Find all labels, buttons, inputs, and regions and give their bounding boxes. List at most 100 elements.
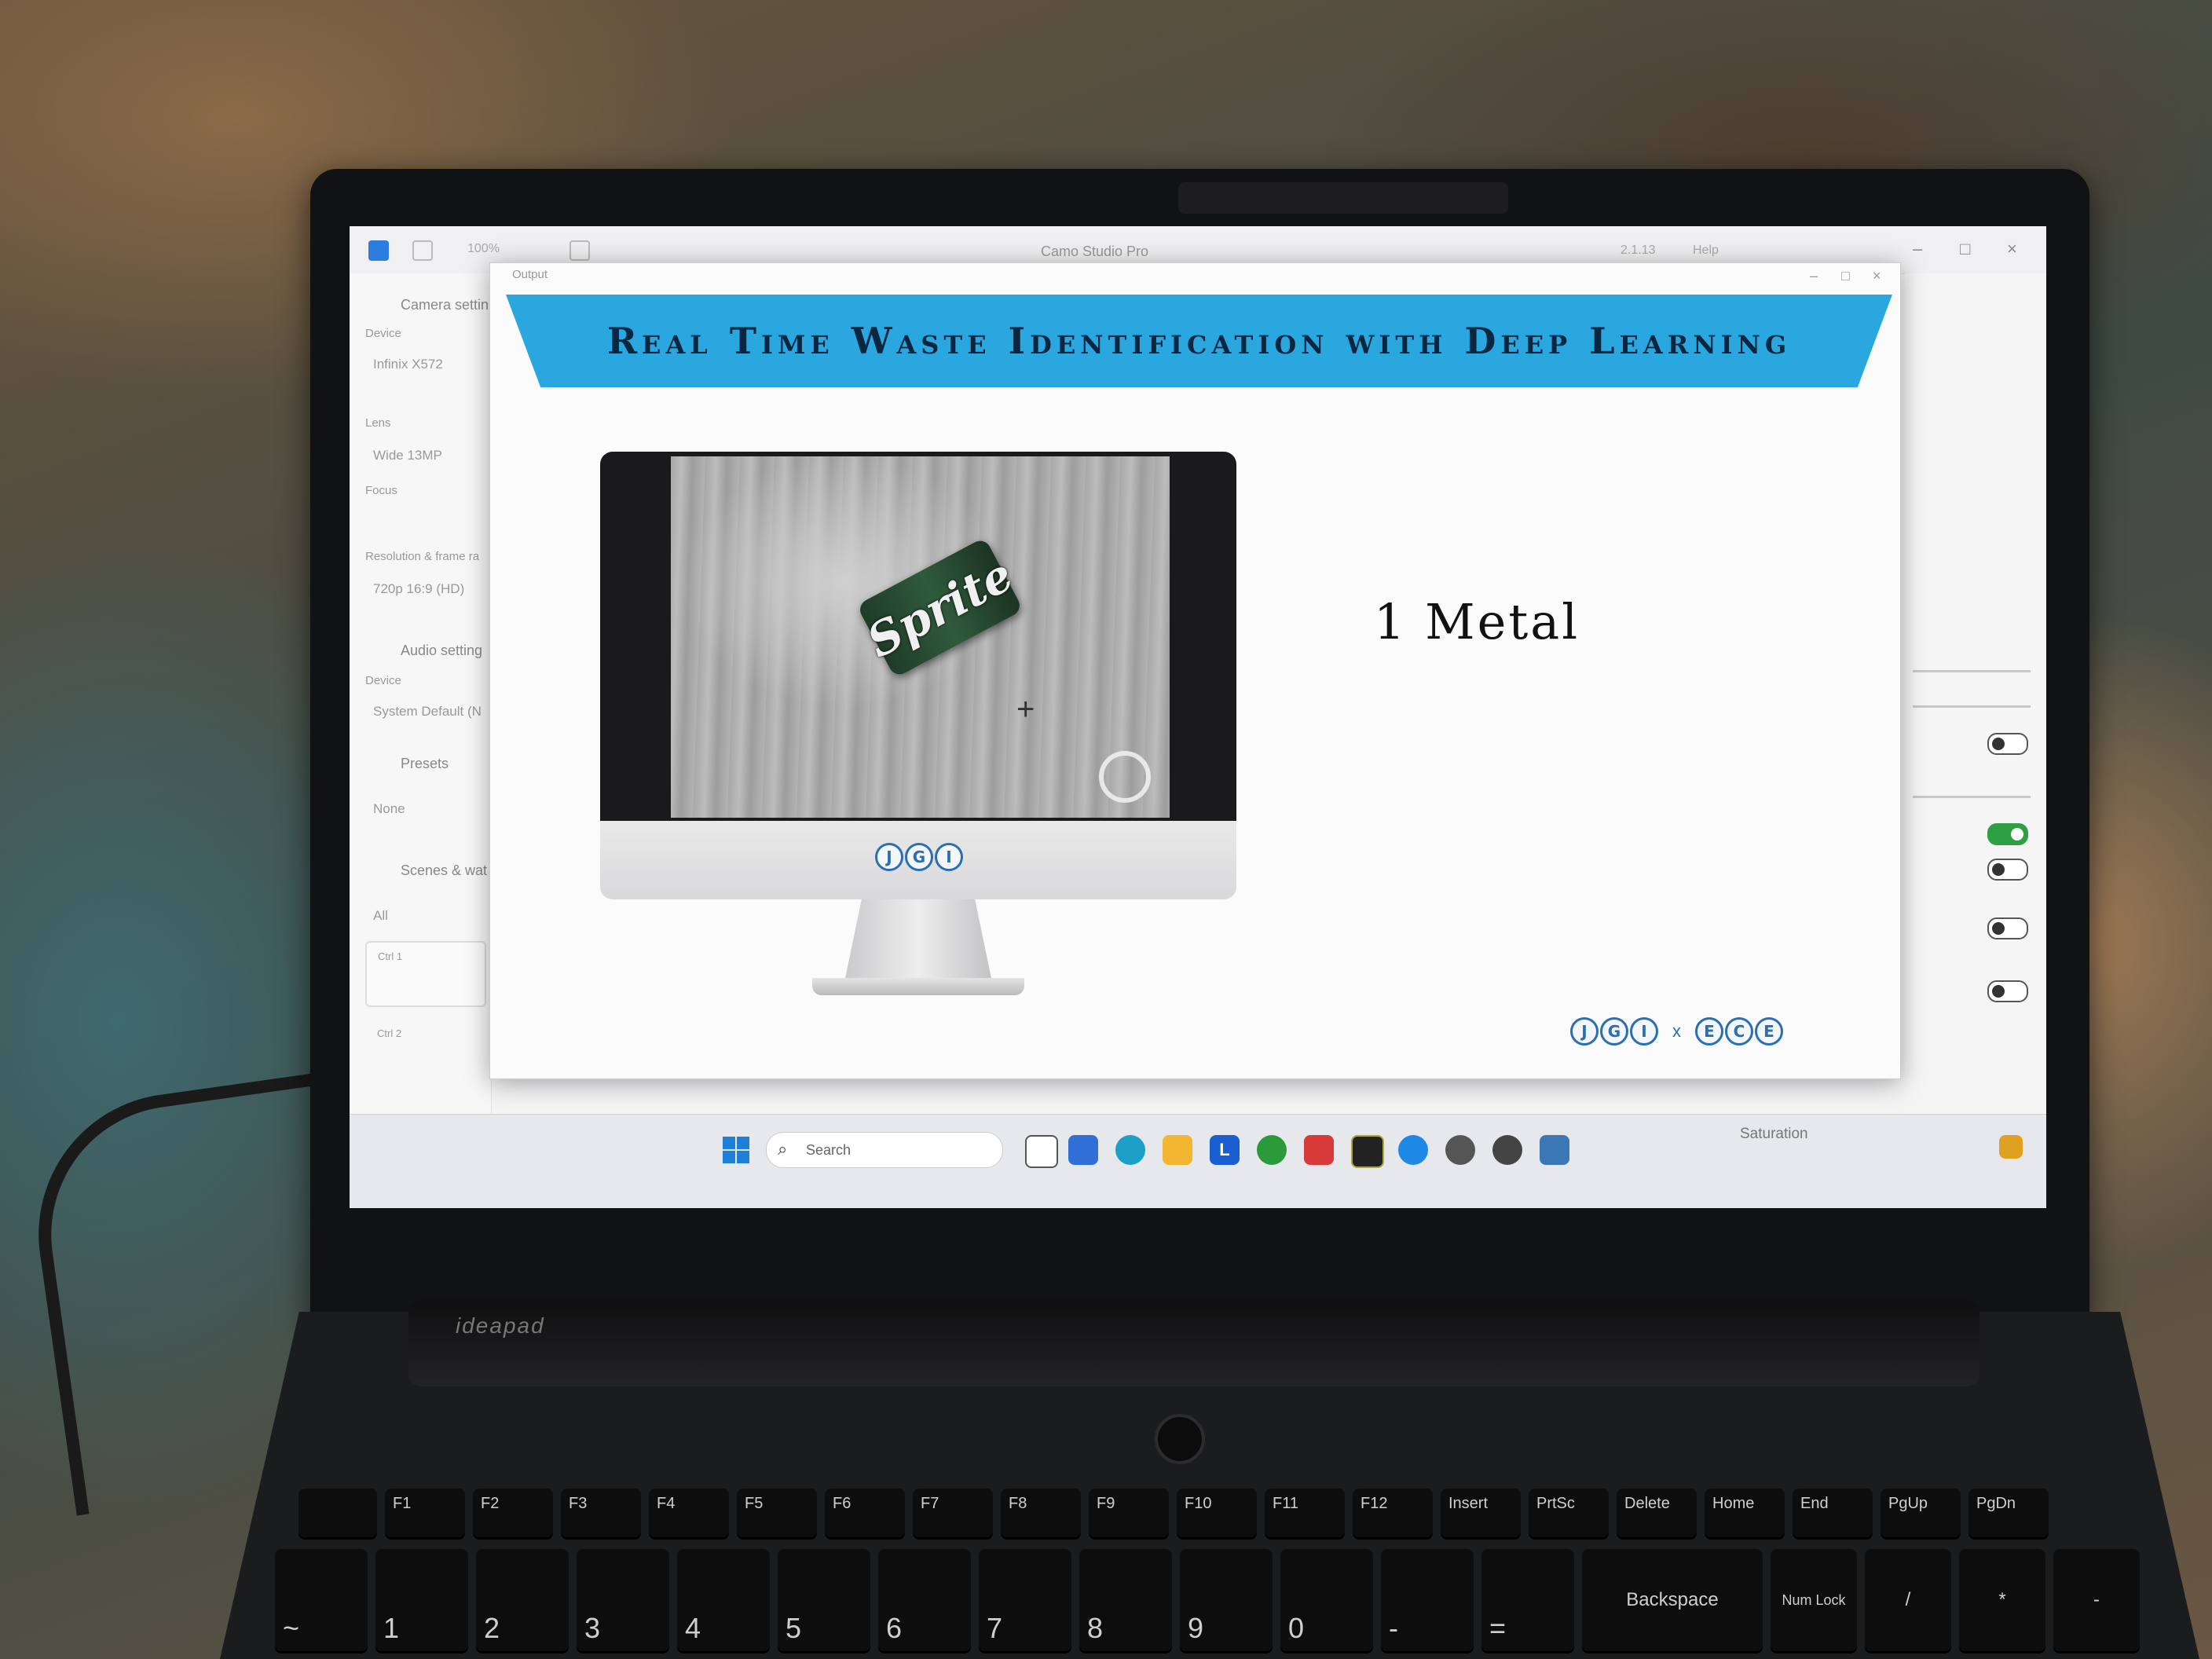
adjust-toggle[interactable] xyxy=(1987,980,2028,1002)
help-button[interactable]: Help xyxy=(1693,244,1719,258)
close-icon[interactable]: × xyxy=(2007,239,2017,259)
key[interactable]: ~ xyxy=(275,1549,368,1651)
key[interactable]: F12 xyxy=(1353,1489,1433,1537)
camo-taskbar-icon[interactable] xyxy=(1398,1135,1428,1165)
key[interactable]: PgUp xyxy=(1881,1489,1961,1537)
key[interactable]: 6 xyxy=(878,1549,971,1651)
close-icon[interactable]: × xyxy=(1873,268,1881,284)
python-icon[interactable] xyxy=(1540,1135,1569,1165)
monitor-frame: Sprite + xyxy=(600,452,1236,821)
minimize-icon[interactable]: – xyxy=(1810,268,1818,284)
key[interactable]: F9 xyxy=(1089,1489,1169,1537)
key-esc[interactable] xyxy=(298,1489,377,1537)
sidebar-toggle-icon[interactable] xyxy=(412,240,433,261)
key[interactable]: Insert xyxy=(1441,1489,1521,1537)
key[interactable]: F11 xyxy=(1265,1489,1345,1537)
logo-letter: J xyxy=(875,843,903,871)
key[interactable]: 0 xyxy=(1280,1549,1373,1651)
logo-letter: G xyxy=(905,843,933,871)
file-explorer-icon[interactable] xyxy=(1163,1135,1192,1165)
pycharm-icon[interactable] xyxy=(1351,1135,1384,1168)
adjust-slider[interactable] xyxy=(1913,670,2031,672)
logo-letter: I xyxy=(935,843,963,871)
zoom-level[interactable]: 100% xyxy=(467,242,500,256)
key-backspace[interactable]: Backspace xyxy=(1582,1549,1763,1651)
scenes-filter[interactable]: All xyxy=(373,908,388,924)
maximize-icon[interactable]: □ xyxy=(1841,268,1850,284)
number-key-row: ~ 1 2 3 4 5 6 7 8 9 0 - = Backspace Num … xyxy=(275,1549,2140,1651)
app-icon[interactable] xyxy=(1492,1135,1522,1165)
footer-logos: J G I x E C E xyxy=(1570,1017,1783,1046)
key[interactable]: - xyxy=(2053,1549,2140,1651)
key[interactable]: F10 xyxy=(1177,1489,1257,1537)
copilot-icon[interactable] xyxy=(1999,1135,2023,1159)
key[interactable]: 1 xyxy=(375,1549,468,1651)
settings-icon[interactable] xyxy=(1445,1135,1475,1165)
key[interactable]: 4 xyxy=(677,1549,770,1651)
search-placeholder: Search xyxy=(806,1142,851,1158)
adjust-slider[interactable] xyxy=(1913,705,2031,708)
scene-thumbnail[interactable]: Ctrl 1 xyxy=(365,941,486,1007)
key[interactable]: - xyxy=(1381,1549,1474,1651)
key[interactable]: Delete xyxy=(1617,1489,1697,1537)
key[interactable]: = xyxy=(1481,1549,1574,1651)
key[interactable]: PrtSc xyxy=(1529,1489,1609,1537)
scenes-header[interactable]: Scenes & wat xyxy=(401,862,487,879)
camo-right-panel xyxy=(1905,273,2046,1208)
resolution-select[interactable]: 720p 16:9 (HD) xyxy=(373,581,464,597)
output-title: Output xyxy=(512,268,548,281)
maximize-icon[interactable]: □ xyxy=(1960,239,1970,259)
adjust-slider[interactable] xyxy=(1913,796,2031,798)
layout-icon[interactable] xyxy=(569,240,590,261)
minimize-icon[interactable]: – xyxy=(1913,239,1922,259)
key[interactable]: 3 xyxy=(577,1549,669,1651)
key[interactable]: F1 xyxy=(385,1489,465,1537)
adjust-toggle[interactable] xyxy=(1987,917,2028,939)
lens-select[interactable]: Wide 13MP xyxy=(373,448,442,463)
xbox-icon[interactable] xyxy=(1257,1135,1287,1165)
ece-logo: E C E xyxy=(1695,1017,1783,1046)
camera-settings-header[interactable]: Camera settin xyxy=(401,297,489,313)
title-banner: Real Time Waste Identification with Deep… xyxy=(506,295,1892,387)
adjust-toggle[interactable] xyxy=(1987,733,2028,755)
device-select[interactable]: Infinix X572 xyxy=(373,357,443,372)
key[interactable]: F8 xyxy=(1001,1489,1081,1537)
app-icon[interactable] xyxy=(1304,1135,1334,1165)
logo-letter: C xyxy=(1725,1017,1753,1046)
task-view-icon[interactable] xyxy=(1025,1135,1058,1168)
camo-sidebar: Camera settin Device Infinix X572 Lens W… xyxy=(350,273,492,1208)
presets-select[interactable]: None xyxy=(373,801,405,817)
audio-device-select[interactable]: System Default (N xyxy=(373,704,482,720)
audio-settings-header[interactable]: Audio setting xyxy=(401,643,482,659)
key[interactable]: F7 xyxy=(913,1489,993,1537)
key[interactable]: End xyxy=(1793,1489,1873,1537)
key[interactable]: F6 xyxy=(825,1489,905,1537)
presets-header[interactable]: Presets xyxy=(401,756,449,772)
window-title: Camo Studio Pro xyxy=(1041,244,1149,259)
key[interactable]: / xyxy=(1865,1549,1951,1651)
key[interactable]: 7 xyxy=(979,1549,1071,1651)
key[interactable]: F3 xyxy=(561,1489,641,1537)
edge-icon[interactable] xyxy=(1115,1135,1145,1165)
key[interactable]: * xyxy=(1959,1549,2045,1651)
key[interactable]: 2 xyxy=(476,1549,569,1651)
key[interactable]: Home xyxy=(1705,1489,1785,1537)
pinned-app-icon[interactable]: L xyxy=(1210,1135,1240,1165)
adjust-toggle[interactable] xyxy=(1987,823,2028,845)
adjust-toggle[interactable] xyxy=(1987,859,2028,881)
key[interactable]: 5 xyxy=(778,1549,870,1651)
windows-start-icon[interactable] xyxy=(723,1137,749,1163)
key[interactable]: 8 xyxy=(1079,1549,1172,1651)
key-numlock[interactable]: Num Lock xyxy=(1771,1549,1857,1651)
scene-shortcut: Ctrl 2 xyxy=(377,1027,402,1039)
power-button[interactable] xyxy=(1155,1414,1205,1464)
key[interactable]: F5 xyxy=(737,1489,817,1537)
lens-label: Lens xyxy=(365,416,391,430)
camera-feed: Sprite + xyxy=(671,456,1170,818)
key[interactable]: F4 xyxy=(649,1489,729,1537)
key[interactable]: PgDn xyxy=(1968,1489,2049,1537)
key[interactable]: F2 xyxy=(473,1489,553,1537)
taskbar-search[interactable]: ⌕ Search xyxy=(766,1132,1003,1168)
widgets-icon[interactable] xyxy=(1068,1135,1098,1165)
key[interactable]: 9 xyxy=(1180,1549,1273,1651)
